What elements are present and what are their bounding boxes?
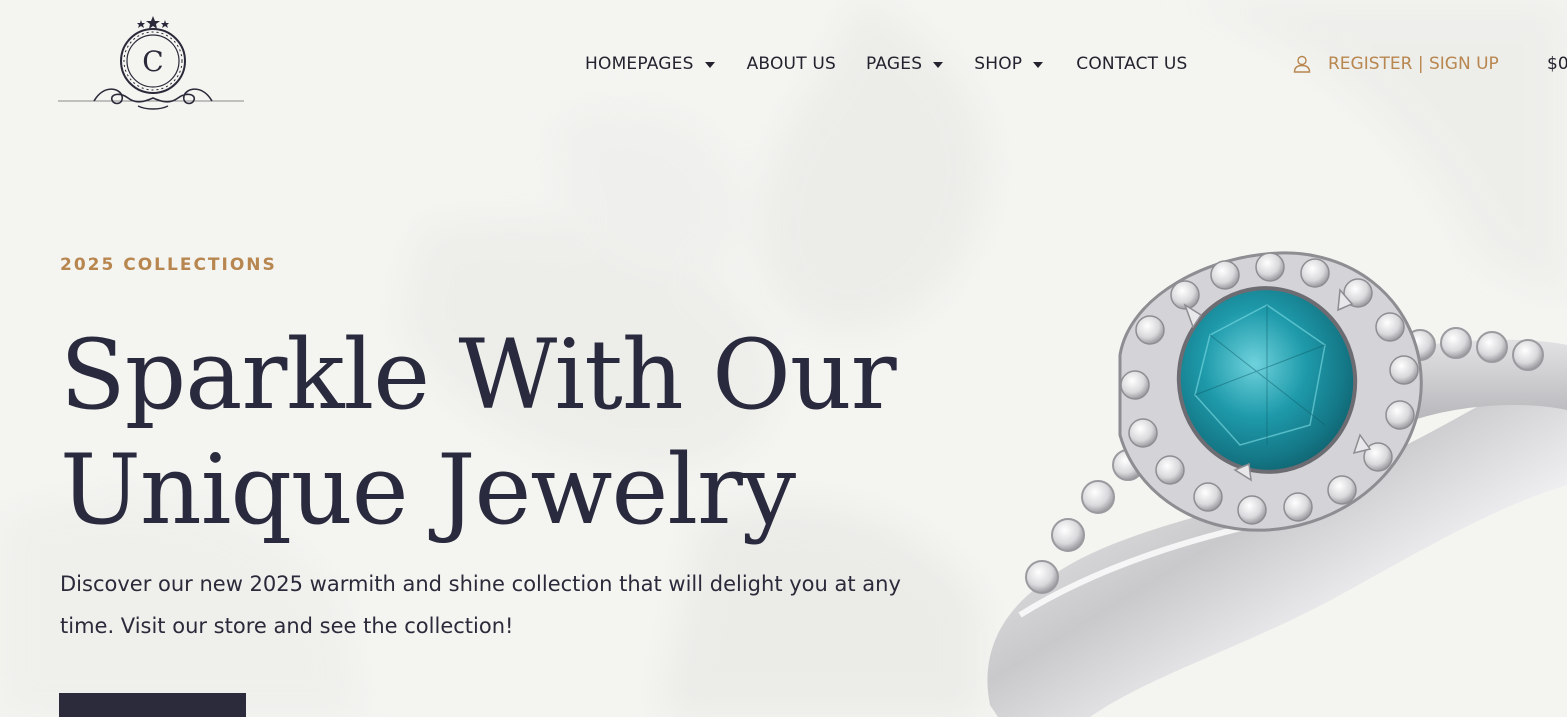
nav-item-label: HOMEPAGES <box>585 54 694 74</box>
hero-eyebrow: 2025 COLLECTIONS <box>60 255 277 275</box>
cart-amount-label: $0 <box>1547 54 1567 74</box>
ring-product-image <box>987 251 1567 717</box>
nav-item-label: SHOP <box>974 54 1023 74</box>
hero-headline-line-1: Sparkle With Our <box>60 319 897 431</box>
caret-down-icon <box>704 62 715 68</box>
nav-item-label: ABOUT US <box>746 54 837 74</box>
nav-item-about-us[interactable]: ABOUT US <box>747 54 836 74</box>
main-navigation: HOMEPAGES ABOUT US PAGES SHOP CONTACT US <box>585 50 1188 78</box>
site-header: C HOMEPAGES ABOUT US PAGES SHOP CONTACT … <box>0 0 1567 130</box>
caret-down-icon <box>933 62 944 68</box>
nav-item-contact-us[interactable]: CONTACT US <box>1076 54 1187 74</box>
register-sign-up-label: REGISTER | SIGN UP <box>1328 54 1499 74</box>
caret-down-icon <box>1033 62 1044 68</box>
nav-item-shop[interactable]: SHOP <box>974 54 1044 74</box>
brand-logo[interactable]: C <box>58 14 248 114</box>
hero-headline-line-2: Unique Jewelry <box>60 434 796 546</box>
nav-item-homepages[interactable]: HOMEPAGES <box>585 54 715 74</box>
nav-item-label: CONTACT US <box>1076 54 1188 74</box>
cart-total[interactable]: $0 <box>1547 50 1567 78</box>
nav-item-pages[interactable]: PAGES <box>866 54 944 74</box>
hero-headline: Sparkle With Our Unique Jewelry <box>60 318 960 548</box>
nav-item-label: PAGES <box>866 54 923 74</box>
logo-letter: C <box>142 45 163 78</box>
register-sign-up-link[interactable]: REGISTER | SIGN UP <box>1293 50 1499 78</box>
hero-cta-button[interactable] <box>59 693 246 717</box>
hero-description: Discover our new 2025 warmith and shine … <box>60 572 901 638</box>
user-icon <box>1293 55 1311 73</box>
